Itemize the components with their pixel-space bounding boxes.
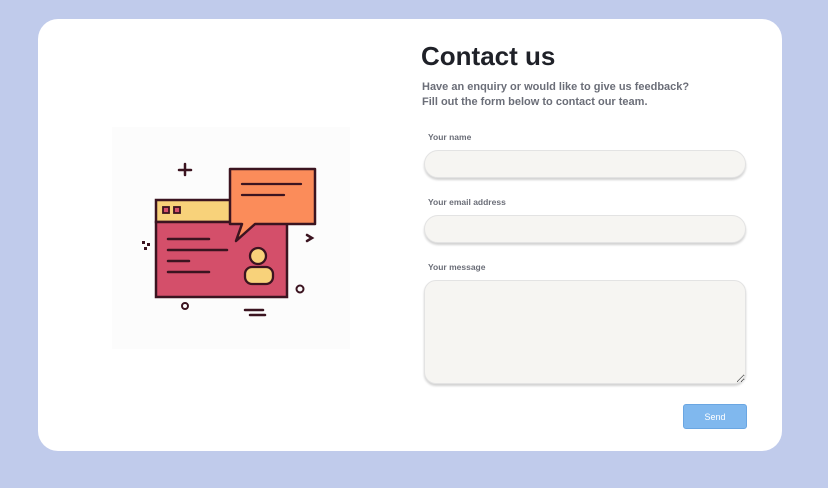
email-field[interactable] bbox=[424, 215, 746, 243]
page-title: Contact us bbox=[421, 41, 556, 71]
contact-card: Contact us Have an enquiry or would like… bbox=[38, 19, 782, 451]
message-field[interactable] bbox=[424, 280, 746, 384]
name-field[interactable] bbox=[424, 150, 746, 178]
contact-illustration bbox=[112, 127, 350, 349]
subtitle-line-1: Have an enquiry or would like to give us… bbox=[422, 81, 690, 93]
name-label: Your name bbox=[428, 132, 472, 142]
subtitle-line-2: Fill out the form below to contact our t… bbox=[422, 96, 648, 108]
message-label: Your message bbox=[428, 262, 486, 272]
page-subtitle: Have an enquiry or would like to give us… bbox=[422, 80, 722, 110]
send-button[interactable]: Send bbox=[683, 404, 747, 429]
contact-window-with-chat-bubble-icon bbox=[142, 162, 317, 317]
email-label: Your email address bbox=[428, 197, 506, 207]
